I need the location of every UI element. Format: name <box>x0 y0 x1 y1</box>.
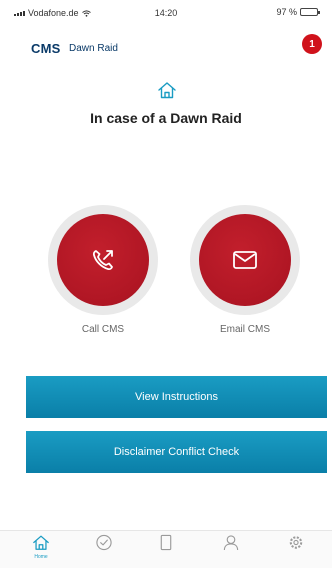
tab-contacts[interactable] <box>206 534 256 554</box>
view-instructions-button[interactable]: View Instructions <box>26 376 327 418</box>
checkmark-circle-icon <box>96 534 112 551</box>
home-icon <box>158 82 176 99</box>
tab-settings[interactable] <box>271 534 321 554</box>
page-title: In case of a Dawn Raid <box>90 110 242 126</box>
brand-logo: CMS <box>31 41 61 56</box>
person-icon <box>223 535 239 551</box>
envelope-icon <box>233 251 257 269</box>
tab-documents[interactable] <box>141 534 191 554</box>
email-cms-label[interactable]: Email CMS <box>190 324 300 335</box>
notification-badge[interactable]: 1 <box>302 34 322 54</box>
app-header: CMS Dawn Raid 1 <box>0 22 332 56</box>
battery-percent: 97 % <box>276 7 297 17</box>
call-cms-label[interactable]: Call CMS <box>48 324 158 335</box>
email-cms-circle[interactable] <box>199 214 291 306</box>
gear-icon <box>289 536 303 549</box>
home-icon <box>33 535 49 550</box>
tab-label: Home <box>34 554 48 560</box>
call-cms-button[interactable] <box>48 205 158 315</box>
document-icon <box>160 534 172 551</box>
app-name: Dawn Raid <box>69 43 118 54</box>
email-cms-button[interactable] <box>190 205 300 315</box>
phone-outgoing-icon <box>92 250 113 271</box>
tab-home[interactable]: Home <box>16 534 66 560</box>
battery-status: 97 % <box>276 7 320 17</box>
battery-icon <box>300 8 320 16</box>
status-bar: Vodafone.de 14:20 97 % <box>0 0 332 22</box>
tab-checklist[interactable] <box>79 534 129 554</box>
bottom-tab-bar: Home <box>0 530 332 568</box>
call-cms-circle[interactable] <box>57 214 149 306</box>
disclaimer-conflict-check-button[interactable]: Disclaimer Conflict Check <box>26 431 327 473</box>
